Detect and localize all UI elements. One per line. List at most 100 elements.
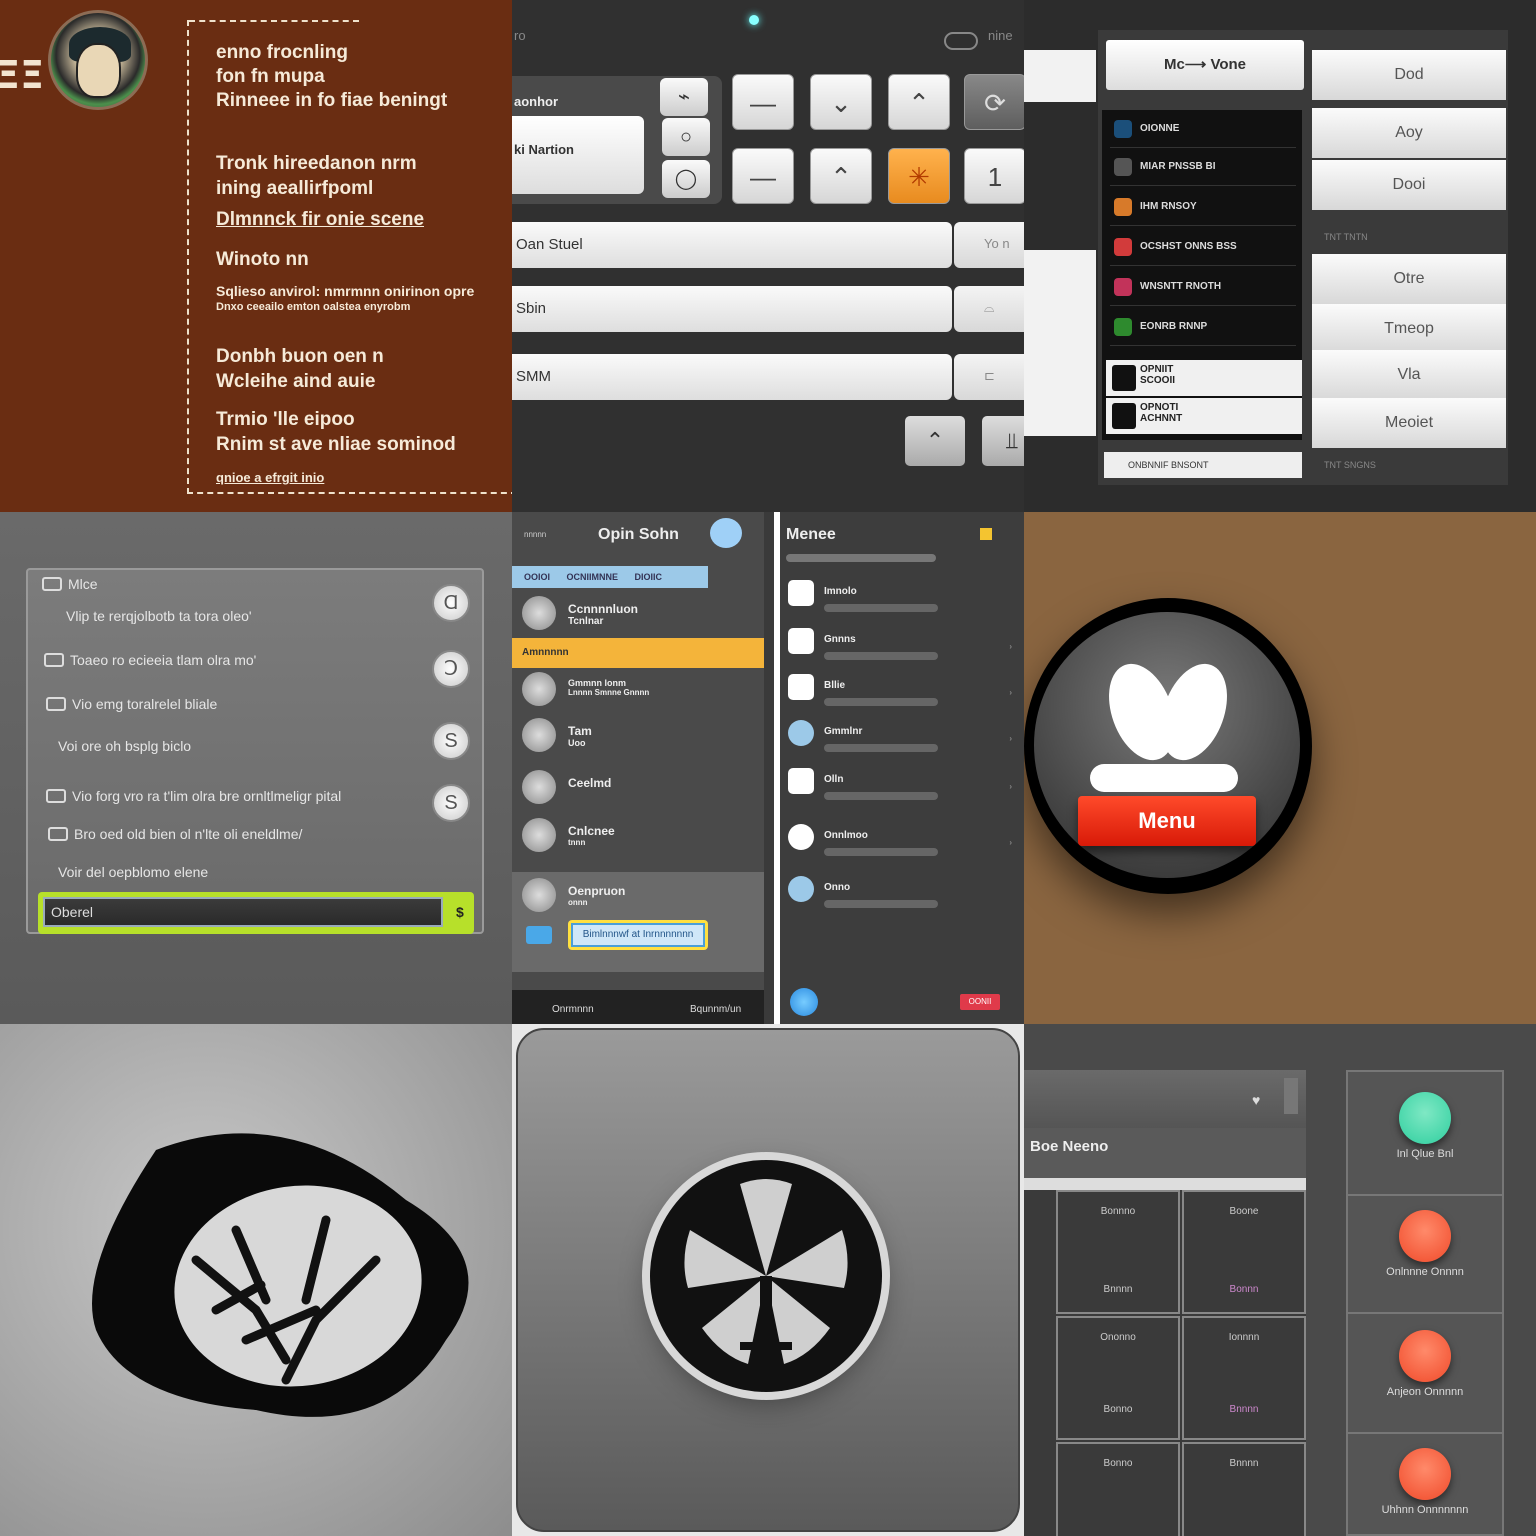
key-button[interactable]: ⟳ [964, 74, 1024, 130]
anchor-icon[interactable]: ⫫ [982, 416, 1024, 466]
grid-cell[interactable]: Bnnnn [1182, 1442, 1306, 1536]
card-label: ki Nartion [514, 142, 574, 157]
grid-cell[interactable]: Bonnno Bnnnn [1056, 1190, 1180, 1314]
option-row[interactable]: Toaeo ro ecieeia tlam olra mo' [44, 652, 256, 668]
search-input[interactable] [786, 554, 936, 562]
menu-button[interactable]: Meoiet [1312, 398, 1506, 448]
window-icon [42, 577, 62, 591]
list-item[interactable]: WNSNTT RNOTH [1110, 268, 1296, 306]
input-bar-action[interactable]: Yo n [954, 222, 1024, 268]
list-item[interactable]: Ceelmd [522, 770, 611, 804]
option-row[interactable]: Voir del oepblomo elene [58, 864, 208, 880]
list-item[interactable]: OIONNE [1110, 110, 1296, 148]
list-item[interactable]: EONRB RNNP [1110, 308, 1296, 346]
input-bar[interactable]: Oan Stuel [512, 222, 952, 268]
key-button[interactable]: — [732, 74, 794, 130]
link-button[interactable]: ⌁ [660, 78, 708, 116]
list-item[interactable]: Ccnnnnluon Tcnlnar [522, 596, 638, 630]
petal-icon [684, 1179, 848, 1364]
app-list: OIONNE MIAR PNSSB BI IHM RNSOY OCSHST ON… [1102, 110, 1302, 440]
grid-cell[interactable]: Bonno [1056, 1442, 1180, 1536]
round-action-icon[interactable]: Ↄ [432, 650, 470, 688]
list-card[interactable]: OPNIIT SCOOII [1106, 360, 1302, 396]
round-action-icon[interactable]: S [432, 722, 470, 760]
menu-button[interactable]: Menu [1078, 796, 1256, 846]
input-bar[interactable]: Sbin [512, 286, 952, 332]
list-item[interactable]: Onno [788, 876, 1008, 908]
option-row[interactable]: Voi ore oh bsplg biclo [58, 738, 191, 754]
option-row[interactable]: Bro oed old bien ol n'lte oli eneldlme/ [48, 826, 302, 842]
text-link[interactable]: qnioe a efrgit inio [216, 470, 324, 485]
chat-icon[interactable] [526, 926, 552, 944]
heart-icon[interactable]: ♥ [1252, 1092, 1260, 1108]
avatar[interactable] [48, 10, 148, 110]
image-icon [48, 827, 68, 841]
option-row[interactable]: Vio emg toralrelel bliale [46, 696, 217, 712]
chevron-up-icon [44, 653, 64, 667]
round-action-icon[interactable]: Ɑ [432, 584, 470, 622]
section-heading: Winoto nn [216, 249, 309, 270]
footer-bar[interactable]: ONBNNIF BNSONT [1104, 452, 1302, 478]
key-button[interactable]: ⌃ [888, 74, 950, 130]
toggle-button[interactable]: ○ [662, 118, 710, 156]
globe-icon[interactable] [790, 988, 818, 1016]
list-item[interactable]: Tam Uoo [522, 718, 592, 752]
window-toolbar [1024, 1070, 1306, 1128]
grid-cell[interactable]: Ionnnn Bnnnn [1182, 1316, 1306, 1440]
grid-cell[interactable]: Ononno Bonno [1056, 1316, 1180, 1440]
visibility-icon[interactable] [944, 32, 978, 50]
app-launcher-item[interactable]: Anjeon Onnnnn [1346, 1316, 1504, 1434]
input-bar[interactable]: SMM [512, 354, 952, 400]
panel-label: aonhor [514, 94, 559, 109]
input-bar-action[interactable]: ⌓ [954, 286, 1024, 332]
menu-button[interactable]: Dod [1312, 50, 1506, 100]
list-item[interactable]: MIAR PNSSB BI [1110, 148, 1296, 186]
list-item[interactable]: Oenpruon onnn [522, 878, 625, 912]
round-action-icon[interactable]: S [432, 784, 470, 822]
text-line: ining aeallirfpoml [216, 178, 374, 199]
highlight-button[interactable]: Bimlnnnwf at Inrnnnnnnn [568, 920, 708, 950]
key-button[interactable]: ⌄ [810, 74, 872, 130]
list-item[interactable]: Bllie › [788, 674, 1012, 706]
asterisk-key-button[interactable]: ✳ [888, 148, 950, 204]
list-item[interactable]: Cnlcnee tnnn [522, 818, 615, 852]
avatar-face [76, 43, 121, 98]
chevron-up-icon[interactable]: ⌃ [905, 416, 965, 466]
input-bar-action[interactable]: ⊏ [954, 354, 1024, 400]
text-link[interactable]: Dlmnnck fir onie scene [216, 209, 424, 231]
menu-button[interactable]: Aoy [1312, 108, 1506, 158]
list-item[interactable]: Gmmnn lonm Lnnnn Smnne Gnnnn [522, 672, 649, 706]
key-button[interactable]: 1 [964, 148, 1024, 204]
text-input[interactable]: Oberel [38, 892, 474, 934]
notification-icon[interactable] [980, 528, 992, 540]
app-launcher-item[interactable]: Onlnnne Onnnn [1346, 1196, 1504, 1314]
list-item[interactable]: IHM RNSOY [1110, 188, 1296, 226]
tab-bar[interactable]: OOIOI OCNIIMNNE DIOIIC [512, 566, 708, 588]
name-card[interactable]: ki Nartion [512, 116, 644, 194]
grid-cell[interactable]: Boone Bonnn [1182, 1190, 1306, 1314]
list-item[interactable]: OCSHST ONNS BSS [1110, 228, 1296, 266]
list-item[interactable]: Imnolo [788, 580, 1008, 612]
app-launcher-item[interactable]: Uhhnn Onnnnnnn [1346, 1434, 1504, 1536]
menu-button[interactable]: Vla [1312, 350, 1506, 400]
app-launcher-item[interactable]: Inl Qlue Bnl [1346, 1078, 1504, 1196]
profile-icon[interactable] [710, 518, 742, 548]
menu-button[interactable]: Dooi [1312, 160, 1506, 210]
menu-button[interactable]: Otre [1312, 254, 1506, 304]
text-line: enno frocnling [216, 42, 348, 63]
list-item[interactable]: Onnlmoo › [788, 824, 1012, 856]
toggle-button[interactable]: ◯ [662, 160, 710, 198]
option-row[interactable]: Vlip te rerqjolbotb ta tora oleo' [66, 608, 252, 624]
app-screens: nnnnn Opin Sohn OOIOI OCNIIMNNE DIOIIC C… [512, 512, 1024, 1024]
key-button[interactable]: — [732, 148, 794, 204]
menu-button[interactable]: Tmeop [1312, 304, 1506, 354]
scrollbar[interactable] [1284, 1078, 1298, 1114]
list-item[interactable]: Gnnns › [788, 628, 1012, 660]
list-item[interactable]: Olln › [788, 768, 1012, 800]
list-card[interactable]: OPNOTI ACHNNT [1106, 398, 1302, 434]
list-item[interactable]: Gmmlnr › [788, 720, 1012, 752]
key-button[interactable]: ⌃ [810, 148, 872, 204]
option-row[interactable]: Vio forg vro ra t'lim olra bre ornltlmel… [46, 788, 341, 804]
status-badge[interactable]: OONII [960, 994, 1000, 1010]
emblem-logo-icon [92, 1133, 469, 1417]
